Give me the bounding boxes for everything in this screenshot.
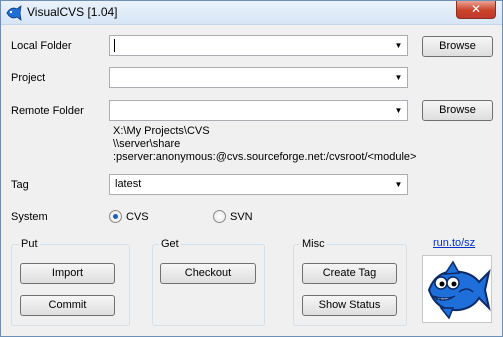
- run-to-sz-link[interactable]: run.to/sz: [433, 237, 475, 249]
- commit-button[interactable]: Commit: [20, 295, 115, 316]
- cvs-radio-label[interactable]: CVS: [126, 211, 149, 223]
- remote-folder-hint-share: \\server\share: [113, 138, 181, 150]
- local-folder-label: Local Folder: [11, 40, 72, 52]
- svn-radio-label[interactable]: SVN: [230, 211, 253, 223]
- remote-folder-hint-pserver: :pserver:anonymous:@cvs.sourceforge.net:…: [113, 151, 417, 163]
- tag-combo[interactable]: latest ▼: [109, 174, 408, 195]
- cvs-radio[interactable]: [109, 210, 122, 223]
- remote-folder-label: Remote Folder: [11, 105, 84, 117]
- fish-app-icon: [6, 5, 22, 21]
- checkout-button[interactable]: Checkout: [160, 263, 256, 284]
- tag-value: latest: [115, 178, 142, 190]
- system-label: System: [11, 211, 48, 223]
- title-bar[interactable]: VisualCVS [1.04] ✕: [1, 1, 502, 25]
- fish-logo-icon: [427, 260, 491, 320]
- import-button[interactable]: Import: [20, 263, 115, 284]
- create-tag-button[interactable]: Create Tag: [302, 263, 397, 284]
- chevron-down-icon[interactable]: ▼: [390, 68, 407, 87]
- local-folder-combo[interactable]: ▼: [109, 35, 408, 56]
- get-group-title: Get: [159, 238, 181, 250]
- project-combo[interactable]: ▼: [109, 67, 408, 88]
- text-caret: [114, 39, 115, 52]
- remote-folder-browse-button[interactable]: Browse: [422, 100, 493, 121]
- svn-radio[interactable]: [213, 210, 226, 223]
- chevron-down-icon[interactable]: ▼: [390, 101, 407, 120]
- project-label: Project: [11, 72, 46, 84]
- chevron-down-icon[interactable]: ▼: [390, 175, 407, 194]
- get-group: [152, 244, 265, 326]
- remote-folder-combo[interactable]: ▼: [109, 100, 408, 121]
- close-button[interactable]: ✕: [456, 1, 496, 19]
- visualcvs-window: VisualCVS [1.04] ✕ Local Folder ▼ Browse…: [0, 0, 503, 337]
- window-title: VisualCVS [1.04]: [27, 5, 118, 19]
- remote-folder-hint-local: X:\My Projects\CVS: [113, 125, 210, 137]
- fish-logo: [422, 255, 492, 323]
- chevron-down-icon[interactable]: ▼: [390, 36, 407, 55]
- misc-group-title: Misc: [300, 238, 327, 250]
- put-group-title: Put: [19, 238, 40, 250]
- tag-label: Tag: [11, 179, 29, 191]
- show-status-button[interactable]: Show Status: [302, 295, 397, 316]
- local-folder-browse-button[interactable]: Browse: [422, 36, 493, 57]
